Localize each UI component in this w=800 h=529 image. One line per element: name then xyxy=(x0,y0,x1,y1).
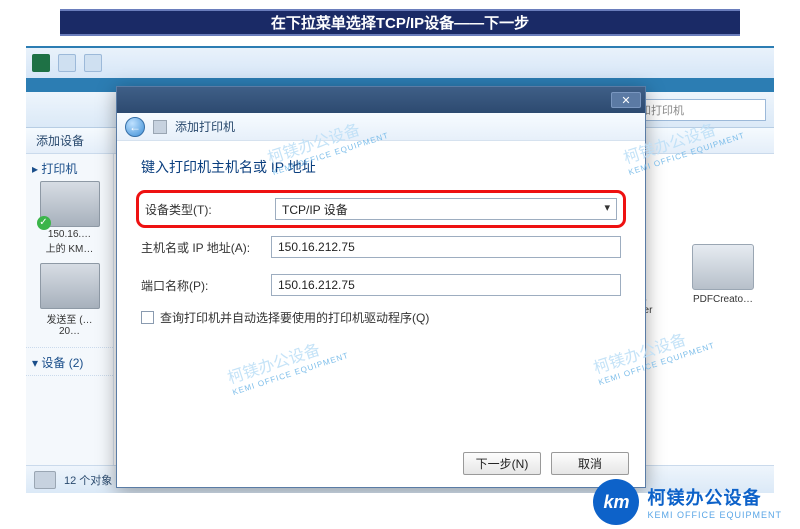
printer-item-pdfcreator[interactable]: PDFCreato… xyxy=(682,244,764,316)
device-type-value: TCP/IP 设备 xyxy=(282,201,348,218)
wizard-header: ← 添加打印机 xyxy=(117,113,645,141)
auto-driver-row: 查询打印机并自动选择要使用的打印机驱动程序(Q) xyxy=(141,309,621,326)
add-printer-wizard: ✕ ← 添加打印机 键入打印机主机名或 IP 地址 设备类型(T): TCP/I… xyxy=(116,86,646,488)
wizard-titlebar: ✕ xyxy=(117,87,645,113)
back-button[interactable]: ← xyxy=(125,117,145,137)
wizard-heading: 键入打印机主机名或 IP 地址 xyxy=(141,157,621,177)
folder-icon xyxy=(84,54,102,72)
hostname-value: 150.16.212.75 xyxy=(278,240,355,254)
printer-icon xyxy=(40,263,100,309)
sidebar-printer-item[interactable]: 发送至 (… 20… xyxy=(36,263,103,337)
hostname-label: 主机名或 IP 地址(A): xyxy=(141,239,271,256)
portname-input[interactable]: 150.16.212.75 xyxy=(271,274,621,296)
folder-icon xyxy=(58,54,76,72)
printer-icon xyxy=(692,244,754,290)
cancel-button-label: 取消 xyxy=(578,455,602,472)
slide-title: 在下拉菜单选择TCP/IP设备——下一步 xyxy=(60,9,740,36)
auto-driver-label: 查询打印机并自动选择要使用的打印机驱动程序(Q) xyxy=(160,309,429,326)
printer-icon xyxy=(40,181,100,227)
portname-label: 端口名称(P): xyxy=(141,277,271,294)
sidebar-printer-line2: 上的 KM… xyxy=(36,240,103,255)
sidebar-section-devices[interactable]: ▾ 设备 (2) xyxy=(32,354,107,371)
sidebar-printer2-line2: 20… xyxy=(36,326,103,337)
auto-driver-checkbox[interactable] xyxy=(141,311,154,324)
next-button-label: 下一步(N) xyxy=(476,455,529,472)
device-type-label: 设备类型(T): xyxy=(145,201,275,218)
status-text: 12 个对象 xyxy=(64,472,112,488)
wizard-breadcrumb: 添加打印机 xyxy=(175,118,235,135)
sidebar-printer-line1: 150.16.… xyxy=(36,229,103,240)
printer-small-icon xyxy=(153,120,167,134)
slide-title-text: 在下拉菜单选择TCP/IP设备——下一步 xyxy=(271,12,529,33)
arrow-left-icon: ← xyxy=(129,120,141,134)
device-type-dropdown[interactable]: TCP/IP 设备 xyxy=(275,198,617,220)
window-tab-strip xyxy=(26,48,774,78)
wizard-body: 键入打印机主机名或 IP 地址 设备类型(T): TCP/IP 设备 主机名或 … xyxy=(117,141,645,326)
next-button[interactable]: 下一步(N) xyxy=(463,452,541,475)
cancel-button[interactable]: 取消 xyxy=(551,452,629,475)
printer-label: PDFCreato… xyxy=(682,294,764,305)
brand-cn: 柯镁办公设备 xyxy=(647,484,782,510)
device-type-row: 设备类型(T): TCP/IP 设备 xyxy=(141,195,621,223)
portname-value: 150.16.212.75 xyxy=(278,278,355,292)
close-button[interactable]: ✕ xyxy=(611,92,641,108)
screenshot-area: 搜索 设备和打印机 添加设备 ▸ 打印机 150.16.… 上的 KM… 发送至… xyxy=(26,46,774,493)
portname-row: 端口名称(P): 150.16.212.75 xyxy=(141,271,621,299)
wizard-footer: 下一步(N) 取消 xyxy=(463,452,629,475)
brand-en: KEMI OFFICE EQUIPMENT xyxy=(647,510,782,520)
toolbar-add-device[interactable]: 添加设备 xyxy=(36,134,84,148)
excel-icon xyxy=(32,54,50,72)
hostname-input[interactable]: 150.16.212.75 xyxy=(271,236,621,258)
sidebar-section-printers[interactable]: ▸ 打印机 xyxy=(32,160,107,177)
sidebar-printer2-line1: 发送至 (… xyxy=(36,311,103,326)
brand-badge: km 柯镁办公设备 KEMI OFFICE EQUIPMENT xyxy=(593,479,782,525)
sidebar-printer-item[interactable]: 150.16.… 上的 KM… xyxy=(36,181,103,255)
hostname-row: 主机名或 IP 地址(A): 150.16.212.75 xyxy=(141,233,621,261)
brand-text: 柯镁办公设备 KEMI OFFICE EQUIPMENT xyxy=(647,484,782,520)
device-icon xyxy=(34,471,56,489)
brand-logo-icon: km xyxy=(593,479,639,525)
explorer-sidebar: ▸ 打印机 150.16.… 上的 KM… 发送至 (… 20… ▾ 设备 (2… xyxy=(26,154,114,465)
